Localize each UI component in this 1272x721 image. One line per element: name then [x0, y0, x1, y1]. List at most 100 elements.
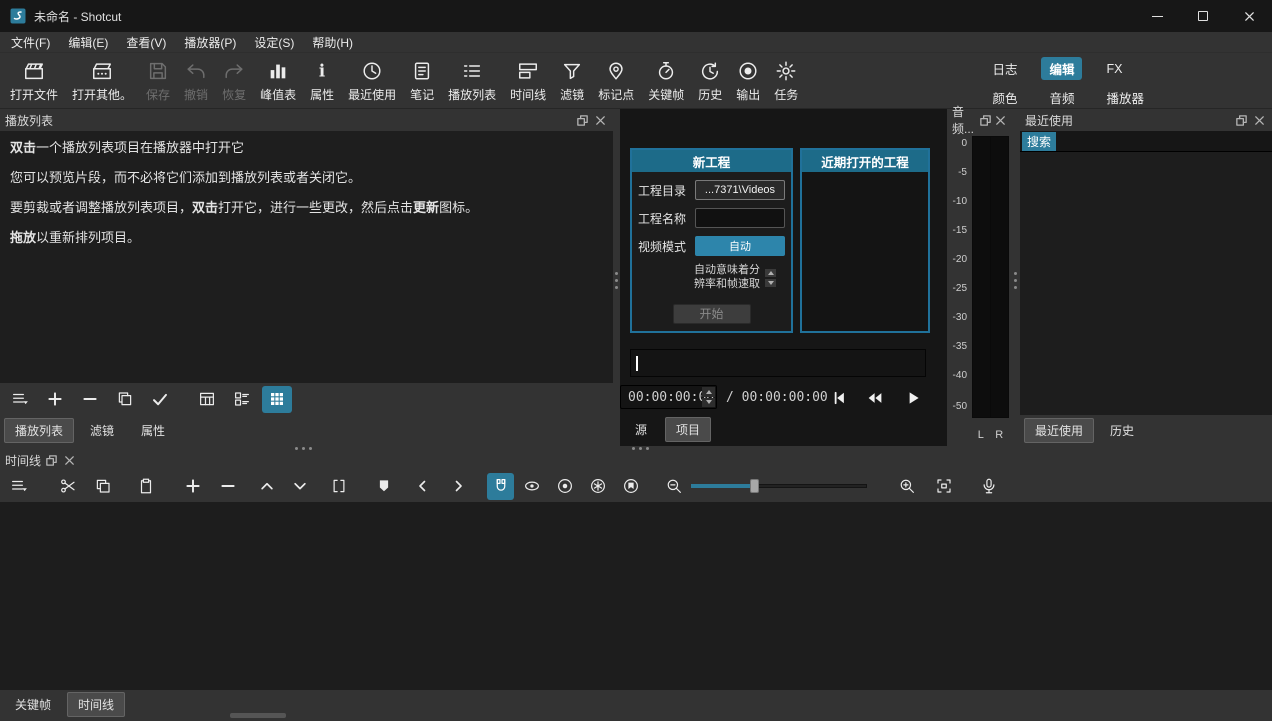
audio-close-button[interactable]	[994, 112, 1007, 128]
audio-float-button[interactable]	[979, 112, 992, 128]
split-button[interactable]	[325, 473, 352, 500]
project-name-input[interactable]	[695, 208, 785, 228]
view-tiles-button[interactable]	[227, 386, 257, 413]
toolbar-undo-button[interactable]: 撤销	[177, 56, 215, 107]
timeline-zoom-slider[interactable]	[691, 473, 867, 499]
menu-item-help[interactable]: 帮助(H)	[303, 32, 362, 53]
playlist-update-button[interactable]	[110, 386, 140, 413]
ripple-markers-button[interactable]	[617, 473, 644, 500]
recent-search-input[interactable]: 搜索	[1020, 131, 1272, 152]
timeline-close-button[interactable]	[61, 452, 77, 468]
view-details-button[interactable]	[192, 386, 222, 413]
copy-button[interactable]	[89, 473, 116, 500]
zoom-slider-handle[interactable]	[750, 479, 759, 493]
zoom-out-button[interactable]	[660, 473, 687, 500]
start-button[interactable]: 开始	[673, 304, 751, 324]
toolbar-properties-button[interactable]: i 属性	[303, 56, 341, 107]
tab-project[interactable]: 项目	[665, 417, 711, 442]
toolbar-timeline-button[interactable]: 时间线	[503, 56, 553, 107]
scroll-down-button[interactable]	[765, 279, 776, 287]
view-icons-button[interactable]	[262, 386, 292, 413]
mode-player-button[interactable]: 播放器	[1098, 86, 1152, 109]
playlist-add-button[interactable]	[40, 386, 70, 413]
toolbar-redo-button[interactable]: 恢复	[215, 56, 253, 107]
timeline-menu-button[interactable]	[5, 473, 32, 500]
skip-start-button[interactable]	[826, 386, 852, 410]
timecode-spinbox[interactable]: 00:00:00:00	[620, 385, 717, 409]
zoom-fit-button[interactable]	[930, 473, 957, 500]
tab-playlist[interactable]: 播放列表	[4, 418, 74, 443]
cut-button[interactable]	[54, 473, 81, 500]
mode-audio-button[interactable]: 音频	[1041, 86, 1082, 109]
playlist-menu-button[interactable]	[5, 386, 35, 413]
minimize-button[interactable]	[1134, 0, 1180, 32]
tab-filters[interactable]: 滤镜	[79, 418, 125, 443]
scroll-up-button[interactable]	[765, 269, 776, 277]
recent-close-button[interactable]	[1251, 112, 1267, 128]
toolbar-jobs-button[interactable]: 任务	[767, 56, 805, 107]
snap-button[interactable]	[487, 473, 514, 500]
toolbar-markers-button[interactable]: 标记点	[591, 56, 641, 107]
rewind-button[interactable]	[862, 386, 888, 410]
record-audio-button[interactable]	[975, 473, 1002, 500]
maximize-button[interactable]	[1180, 0, 1226, 32]
ripple-all-button[interactable]	[584, 473, 611, 500]
paste-button[interactable]	[132, 473, 159, 500]
recent-files-list[interactable]	[1020, 152, 1272, 415]
playlist-close-button[interactable]	[592, 112, 608, 128]
tab-timeline[interactable]: 时间线	[67, 692, 125, 717]
zoom-in-button[interactable]	[893, 473, 920, 500]
menu-item-edit[interactable]: 编辑(E)	[59, 32, 117, 53]
toolbar-notes-button[interactable]: 笔记	[403, 56, 441, 107]
timeline-scrollbar[interactable]	[230, 713, 286, 718]
splitter-grip[interactable]	[615, 272, 618, 275]
toolbar-open-other-button[interactable]: 打开其他。	[65, 56, 139, 107]
ripple-delete-button[interactable]	[214, 473, 241, 500]
playlist-float-button[interactable]	[574, 112, 590, 128]
menu-item-view[interactable]: 查看(V)	[117, 32, 175, 53]
toolbar-export-button[interactable]: 输出	[729, 56, 767, 107]
mode-log-button[interactable]: 日志	[984, 57, 1025, 80]
next-marker-button[interactable]	[444, 473, 471, 500]
toolbar-open-file-button[interactable]: 打开文件	[3, 56, 65, 107]
tab-keyframes[interactable]: 关键帧	[4, 692, 62, 717]
video-mode-button[interactable]: 自动	[695, 236, 785, 256]
play-button[interactable]	[900, 386, 926, 410]
timecode-down-button[interactable]	[702, 398, 715, 408]
project-folder-button[interactable]: ...7371\Videos	[695, 180, 785, 200]
toolbar-save-button[interactable]: 保存	[139, 56, 177, 107]
overwrite-button[interactable]	[286, 473, 313, 500]
playhead-cursor[interactable]	[636, 356, 638, 371]
ripple-button[interactable]	[551, 473, 578, 500]
tab-recent[interactable]: 最近使用	[1024, 418, 1094, 443]
tab-history[interactable]: 历史	[1099, 418, 1145, 443]
timecode-up-button[interactable]	[702, 387, 715, 397]
scrub-button[interactable]	[518, 473, 545, 500]
toolbar-peak-meter-button[interactable]: 峰值表	[253, 56, 303, 107]
tab-properties[interactable]: 属性	[130, 418, 176, 443]
splitter-grip[interactable]	[1014, 272, 1017, 275]
lift-button[interactable]	[253, 473, 280, 500]
player-seek-bar[interactable]	[630, 349, 926, 377]
mode-fx-button[interactable]: FX	[1098, 60, 1130, 78]
timeline-float-button[interactable]	[43, 452, 59, 468]
timeline-tracks-area[interactable]	[0, 502, 1272, 690]
toolbar-playlist-button[interactable]: 播放列表	[441, 56, 503, 107]
toolbar-filters-button[interactable]: 滤镜	[553, 56, 591, 107]
playlist-apply-button[interactable]	[145, 386, 175, 413]
recent-float-button[interactable]	[1233, 112, 1249, 128]
toolbar-keyframes-button[interactable]: 关键帧	[641, 56, 691, 107]
mode-color-button[interactable]: 颜色	[984, 86, 1025, 109]
prev-marker-button[interactable]	[409, 473, 436, 500]
marker-button[interactable]	[370, 473, 397, 500]
tab-source[interactable]: 源	[624, 417, 658, 442]
close-button[interactable]	[1226, 0, 1272, 32]
toolbar-recent-button[interactable]: 最近使用	[341, 56, 403, 107]
playlist-remove-button[interactable]	[75, 386, 105, 413]
toolbar-history-button[interactable]: 历史	[691, 56, 729, 107]
menu-item-file[interactable]: 文件(F)	[2, 32, 59, 53]
mode-edit-button[interactable]: 编辑	[1041, 57, 1082, 80]
append-button[interactable]	[179, 473, 206, 500]
menu-item-player[interactable]: 播放器(P)	[175, 32, 245, 53]
menu-item-settings[interactable]: 设定(S)	[245, 32, 303, 53]
